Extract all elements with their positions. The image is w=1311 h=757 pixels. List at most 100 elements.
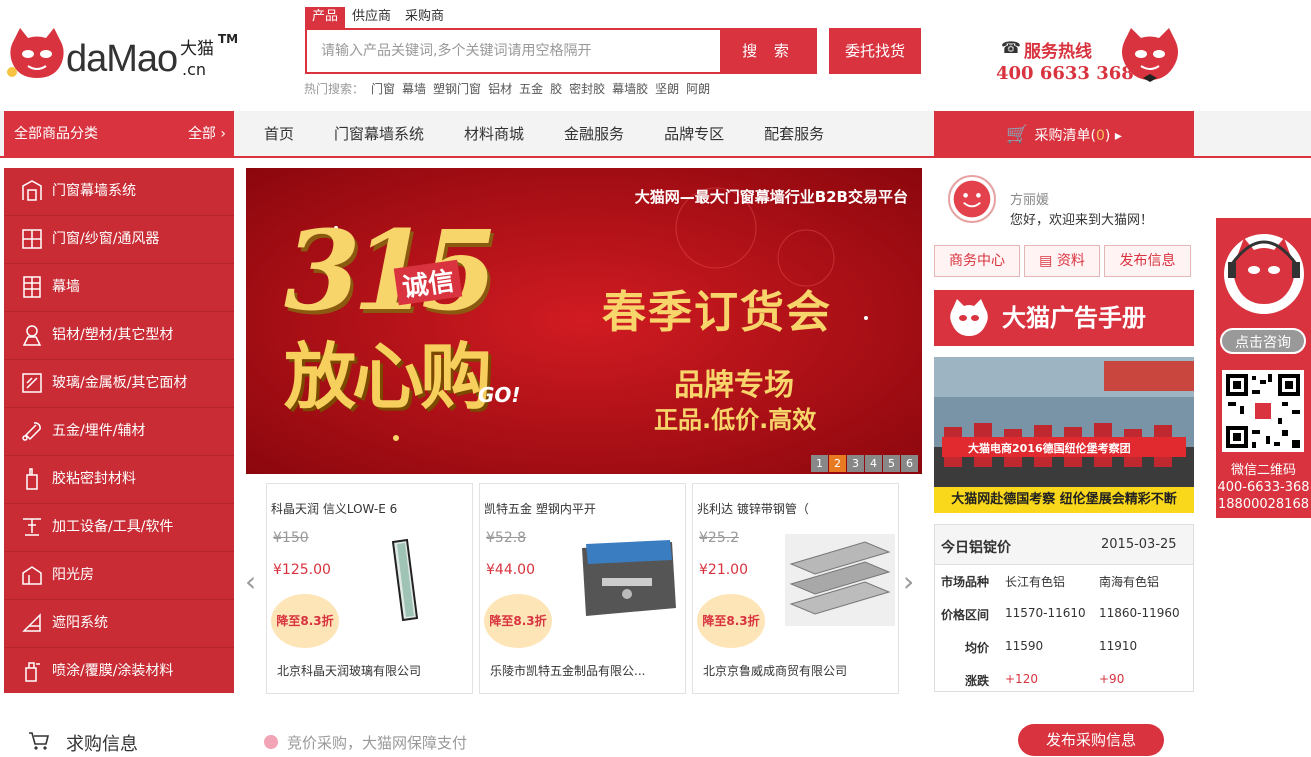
category-item[interactable]: 玻璃/金属板/其它面材 [4,360,234,408]
product-company[interactable]: 北京科晶天润玻璃有限公司 [277,662,467,679]
product-company[interactable]: 乐陵市凯特五金制品有限公... [490,662,680,679]
search-tab-buyer[interactable]: 采购商 [398,7,451,28]
product-card[interactable]: 科晶天润 信义LOW-E 6 ¥150 ¥125.00 降至8.3折 北京科晶天… [266,483,473,694]
search-input[interactable]: 请输入产品关键词,多个关键词请用空格隔开 [307,30,719,72]
hot-keyword[interactable]: 门窗 [371,80,395,97]
category-sidebar: 门窗幕墙系统 门窗/纱窗/通风器 幕墙 铝材/塑材/其它型材 玻璃/金属板/其它… [4,168,234,693]
category-header[interactable]: 全部商品分类 全部 › [4,111,234,158]
banner-dot[interactable]: 1 [811,455,828,472]
glass-icon [22,373,42,393]
aluminum-price-table: 今日铝锭价 2015-03-25 市场品种 长江有色铝 南海有色铝 价格区间 1… [934,524,1194,692]
product-card[interactable]: 兆利达 镀锌带钢管（ ¥25.2 ¥21.00 降至8.3折 北京京鲁威成商贸有… [692,483,899,694]
consult-button[interactable]: 点击咨询 [1220,328,1306,354]
product-card[interactable]: 凯特五金 塑钢内平开 ¥52.8 ¥44.00 降至8.3折 乐陵市凯特五金制品… [479,483,686,694]
chevron-right-icon[interactable]: › [903,565,914,598]
nav-home[interactable]: 首页 [234,111,314,158]
avatar[interactable] [948,175,996,223]
hot-keyword[interactable]: 阿朗 [686,80,710,97]
category-item[interactable]: 遮阳系统 [4,600,234,648]
qr-contact-info: 微信二维码 400-6633-368 18800028168 [1216,462,1311,513]
discount-badge: 降至8.3折 [484,594,552,648]
bidding-notice: 竞价采购，大猫网保障支付 [287,734,468,752]
product-title[interactable]: 科晶天润 信义LOW-E 6 [271,500,397,517]
nav-finance[interactable]: 金融服务 [544,111,644,158]
promo-banner[interactable]: 大猫网—最大门窗幕墙行业B2B交易平台 315 诚信 放心购 GO! 春季订货会… [246,168,922,474]
welcome-text: 您好，欢迎来到大猫网！ [1010,213,1154,228]
banner-fangxingou: 放心购 [284,334,492,419]
product-old-price: ¥150 [273,530,309,546]
profile-button[interactable]: ▤ 资料 [1024,245,1100,277]
product-image-glass [391,538,419,622]
entrust-button[interactable]: 委托找货 [829,28,921,74]
banner-slogan: 大猫网—最大门窗幕墙行业B2B交易平台 [634,188,908,206]
site-logo[interactable]: daMao 大猫 .cn TM [6,22,246,86]
banner-dot[interactable]: 6 [901,455,918,472]
aluminum-title: 今日铝锭价 [941,540,1011,556]
banner-dot[interactable]: 5 [883,455,900,472]
hot-keyword[interactable]: 铝材 [488,80,512,97]
spray-icon [25,662,40,682]
discount-badge: 降至8.3折 [271,594,339,648]
category-item[interactable]: 胶粘密封材料 [4,456,234,504]
business-center-button[interactable]: 商务中心 [934,245,1020,277]
hot-search: 热门搜索： 门窗 幕墙 塑钢门窗 铝材 五金 胶 密封胶 幕墙胶 坚朗 阿朗 [304,80,710,97]
contact-phone: 400-6633-368 [1217,480,1310,495]
category-all-link[interactable]: 全部 › [188,111,226,158]
shade-icon [22,613,41,632]
sunroom-icon [22,566,42,585]
product-company[interactable]: 北京京鲁威成商贸有限公司 [703,662,893,679]
category-item[interactable]: 五金/埋件/辅材 [4,408,234,456]
photo-banner-text: 大猫电商2016德国纽伦堡考察团 [968,442,1131,455]
table-row: 价格区间 11570-11610 11860-11960 [941,606,1180,622]
machine-icon [23,518,41,536]
hot-keyword[interactable]: 密封胶 [569,80,605,97]
category-item[interactable]: 加工设备/工具/软件 [4,504,234,552]
nav-support-service[interactable]: 配套服务 [744,111,844,158]
banner-dot[interactable]: 3 [847,455,864,472]
banner-go: GO! [478,383,521,407]
search-tab-supplier[interactable]: 供应商 [345,7,398,28]
category-item[interactable]: 喷涂/覆膜/涂装材料 [4,648,234,696]
nav-door-window-system[interactable]: 门窗幕墙系统 [314,111,444,158]
speaker-icon [264,735,278,749]
publish-purchase-button[interactable]: 发布采购信息 [1018,724,1164,756]
category-item[interactable]: 阳光房 [4,552,234,600]
banner-title: 春季订货会 [602,287,832,338]
hot-keyword[interactable]: 幕墙 [402,80,426,97]
purchase-list-button[interactable]: 🛒 采购清单(0) ▸ [934,111,1194,158]
user-name: 方丽媛 [1010,193,1050,208]
cart-count: 0 [1096,128,1105,144]
product-title[interactable]: 凯特五金 塑钢内平开 [484,500,596,517]
hotline-number: 400 6633 368 [996,63,1134,84]
hot-keyword[interactable]: 幕墙胶 [612,80,648,97]
cat-mascot-icon [1122,28,1178,82]
banner-subtitle: 品牌专场 [674,368,794,403]
category-item[interactable]: 门窗/纱窗/通风器 [4,216,234,264]
id-card-icon: ▤ [1039,253,1053,269]
product-title[interactable]: 兆利达 镀锌带钢管（ [697,500,809,517]
buying-info-title: 求购信息 [66,734,138,755]
search-button[interactable]: 搜 索 [720,28,817,74]
category-item[interactable]: 铝材/塑材/其它型材 [4,312,234,360]
nav-material-mall[interactable]: 材料商城 [444,111,544,158]
hot-keyword[interactable]: 塑钢门窗 [433,80,481,97]
category-item[interactable]: 门窗幕墙系统 [4,168,234,216]
logo-chinese: 大猫 [180,39,214,59]
hot-keyword[interactable]: 五金 [519,80,543,97]
chevron-left-icon[interactable]: ‹ [245,565,256,598]
photo-caption[interactable]: 大猫网赴德国考察 纽伦堡展会精彩不断 [934,487,1194,513]
cart-icon: 🛒 [1006,124,1029,145]
ad-handbook-banner[interactable]: 大猫广告手册 [934,290,1194,346]
hot-keyword[interactable]: 坚朗 [655,80,679,97]
search-tab-product[interactable]: 产品 [305,7,346,28]
nav-brand-zone[interactable]: 品牌专区 [644,111,744,158]
sealant-icon [26,468,38,490]
publish-info-button[interactable]: 发布信息 [1104,245,1191,277]
cat-logo-icon [7,28,64,78]
banner-dot[interactable]: 4 [865,455,882,472]
hot-keyword[interactable]: 胶 [550,80,562,97]
search-tabs: 产品 供应商 采购商 [305,7,451,28]
category-item[interactable]: 幕墙 [4,264,234,312]
banner-dot-active[interactable]: 2 [829,455,846,472]
search-box: 请输入产品关键词,多个关键词请用空格隔开 搜 索 [305,28,817,74]
